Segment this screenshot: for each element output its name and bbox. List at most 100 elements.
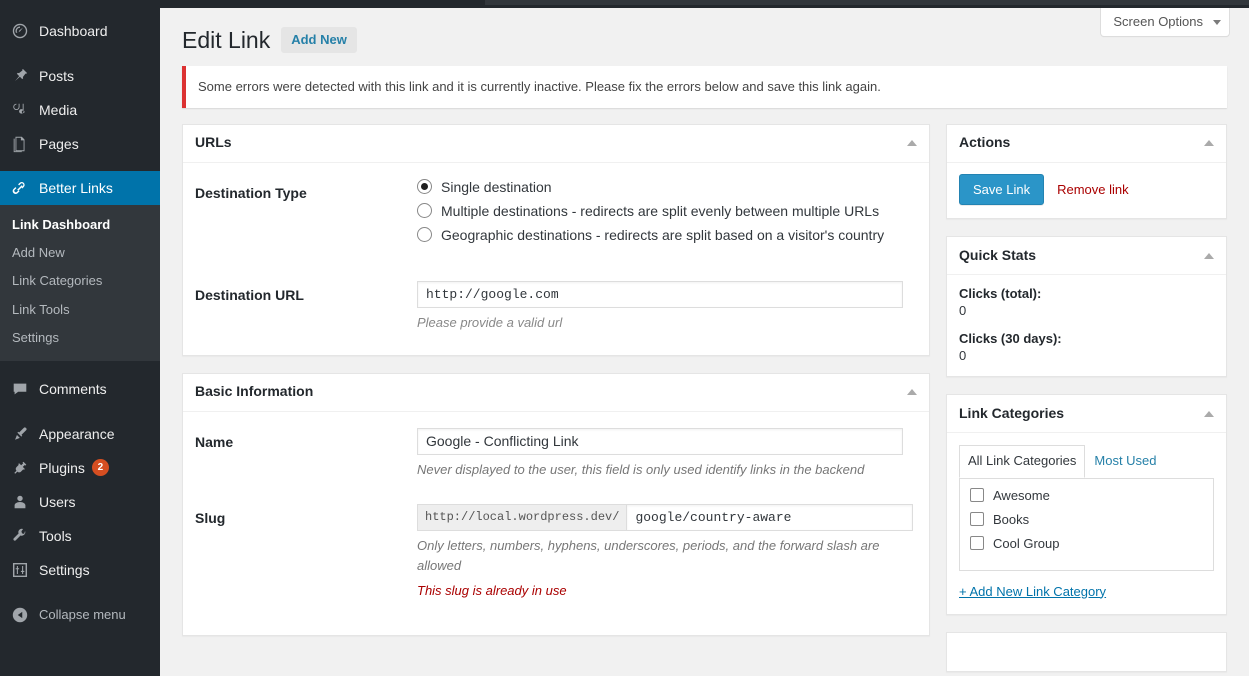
sidebar-item-label: Pages xyxy=(39,136,79,152)
brush-icon xyxy=(10,424,30,444)
slug-prefix: http://local.wordpress.dev/ xyxy=(417,503,627,531)
submenu-item-link-tools[interactable]: Link Tools xyxy=(0,296,160,324)
clicks-30-days-label: Clicks (30 days): xyxy=(959,331,1062,346)
sidebar-item-settings[interactable]: Settings xyxy=(0,553,160,587)
sidebar-item-label: Better Links xyxy=(39,180,113,196)
submenu-item-link-categories[interactable]: Link Categories xyxy=(0,267,160,295)
radio-multiple-destinations[interactable] xyxy=(417,203,432,218)
category-item-books[interactable]: Books xyxy=(970,512,1203,527)
save-link-button[interactable]: Save Link xyxy=(959,173,1045,205)
sidebar-item-label: Users xyxy=(39,493,76,510)
urls-panel-title: URLs xyxy=(195,134,232,151)
submenu-item-link-dashboard[interactable]: Link Dashboard xyxy=(0,211,160,239)
screen-options-button[interactable]: Screen Options xyxy=(1100,8,1230,38)
category-item-cool-group[interactable]: Cool Group xyxy=(970,536,1203,551)
collapse-triangle-icon[interactable] xyxy=(907,140,917,146)
tab-all-link-categories[interactable]: All Link Categories xyxy=(959,445,1086,478)
sidebar-item-label: Appearance xyxy=(39,425,115,442)
destination-url-field-wrap: Please provide a valid url xyxy=(417,280,917,333)
sidebar-item-appearance[interactable]: Appearance xyxy=(0,417,160,451)
collapse-triangle-icon[interactable] xyxy=(1204,410,1214,417)
radio-option-single[interactable]: Single destination xyxy=(417,179,917,195)
quick-stats-body: Clicks (total): 0 Clicks (30 days): 0 xyxy=(947,275,1226,376)
submenu-item-settings[interactable]: Settings xyxy=(0,324,160,352)
sidebar-item-label: Plugins xyxy=(39,459,85,476)
sidebar-item-label: Media xyxy=(39,102,78,118)
checkbox-awesome[interactable] xyxy=(970,488,984,502)
primary-column: URLs Destination Type Single destination xyxy=(182,123,930,653)
screen-options-label: Screen Options xyxy=(1113,14,1203,29)
collapse-menu-button[interactable]: Collapse menu xyxy=(0,598,160,632)
sidebar-item-better-links[interactable]: Better Links xyxy=(0,171,168,205)
main-content: Screen Options Edit Link Add New Some er… xyxy=(160,8,1249,676)
destination-url-input[interactable] xyxy=(417,280,903,308)
comments-icon xyxy=(10,379,30,399)
sidebar-item-pages[interactable]: Pages xyxy=(0,127,160,161)
category-label: Cool Group xyxy=(993,535,1060,551)
sidebar-item-tools[interactable]: Tools xyxy=(0,519,160,553)
admin-sidebar: Dashboard Posts Media Pages Better Links… xyxy=(0,0,168,676)
actions-panel-body: Save Link Remove link xyxy=(947,163,1226,219)
link-categories-title: Link Categories xyxy=(959,404,1065,421)
destination-url-error: Please provide a valid url xyxy=(417,314,563,330)
destination-type-label: Destination Type xyxy=(195,184,307,201)
sidebar-item-posts[interactable]: Posts xyxy=(0,59,160,93)
pin-icon xyxy=(10,66,30,86)
remove-link-button[interactable]: Remove link xyxy=(1057,182,1129,197)
actions-panel: Actions Save Link Remove link xyxy=(946,123,1227,219)
urls-panel-body: Destination Type Single destination Mult… xyxy=(183,163,929,355)
sidebar-item-users[interactable]: Users xyxy=(0,485,160,519)
actions-panel-title: Actions xyxy=(959,134,1011,151)
clicks-30-days-value: 0 xyxy=(959,348,967,363)
add-new-link-category-button[interactable]: + Add New Link Category xyxy=(959,584,1106,599)
link-icon xyxy=(10,178,30,198)
checkbox-books[interactable] xyxy=(970,512,984,526)
radio-option-multiple[interactable]: Multiple destinations - redirects are sp… xyxy=(417,203,917,219)
radio-single-destination[interactable] xyxy=(417,179,432,194)
sidebar-item-media[interactable]: Media xyxy=(0,93,160,127)
destination-url-row: Destination URL Please provide a valid u… xyxy=(195,280,917,333)
category-label: Books xyxy=(993,511,1030,527)
sidebar-item-comments[interactable]: Comments xyxy=(0,372,160,406)
secondary-column: Actions Save Link Remove link Quick Stat… xyxy=(946,123,1227,672)
name-input[interactable] xyxy=(417,427,903,455)
basic-information-panel: Basic Information Name Never displayed t… xyxy=(182,372,930,636)
link-categories-tabs: All Link Categories Most Used xyxy=(959,445,1214,479)
category-item-awesome[interactable]: Awesome xyxy=(970,488,1203,503)
clicks-total-label: Clicks (total): xyxy=(959,286,1042,301)
slug-input[interactable] xyxy=(626,503,914,531)
quick-stats-header: Quick Stats xyxy=(947,237,1226,275)
destination-type-options: Single destination Multiple destinations… xyxy=(417,179,917,251)
basic-information-title: Basic Information xyxy=(195,383,314,400)
admin-bar xyxy=(0,0,1249,8)
wrench-icon xyxy=(10,526,30,546)
link-categories-header: Link Categories xyxy=(947,395,1226,433)
user-icon xyxy=(10,492,30,512)
sidebar-item-label: Settings xyxy=(39,561,90,578)
checkbox-cool-group[interactable] xyxy=(970,536,984,550)
next-panel-partial xyxy=(946,631,1227,672)
add-new-button[interactable]: Add New xyxy=(281,26,357,54)
sidebar-item-label: Posts xyxy=(39,68,75,84)
sidebar-item-label: Tools xyxy=(39,527,72,544)
radio-geographic-destinations[interactable] xyxy=(417,227,432,242)
sidebar-item-dashboard[interactable]: Dashboard xyxy=(0,14,160,48)
columns: URLs Destination Type Single destination xyxy=(182,123,1227,672)
submenu-item-add-new[interactable]: Add New xyxy=(0,239,160,267)
link-categories-list: Awesome Books Cool Group xyxy=(959,477,1214,571)
collapse-triangle-icon[interactable] xyxy=(1204,140,1214,146)
better-links-submenu: Link Dashboard Add New Link Categories L… xyxy=(0,205,160,361)
name-label: Name xyxy=(195,433,234,450)
slug-help-text: Only letters, numbers, hyphens, undersco… xyxy=(417,537,880,573)
sidebar-item-plugins[interactable]: Plugins 2 xyxy=(0,451,160,485)
collapse-triangle-icon[interactable] xyxy=(1204,252,1214,259)
name-help-text: Never displayed to the user, this field … xyxy=(417,461,865,477)
admin-bar-right xyxy=(485,0,1249,5)
actions-panel-header: Actions xyxy=(947,125,1226,163)
destination-type-row: Destination Type Single destination Mult… xyxy=(195,179,917,251)
destination-url-label: Destination URL xyxy=(195,286,304,303)
radio-option-geographic[interactable]: Geographic destinations - redirects are … xyxy=(417,227,917,243)
tab-most-used[interactable]: Most Used xyxy=(1085,445,1165,478)
collapse-triangle-icon[interactable] xyxy=(907,389,917,396)
basic-information-header: Basic Information xyxy=(183,374,929,412)
